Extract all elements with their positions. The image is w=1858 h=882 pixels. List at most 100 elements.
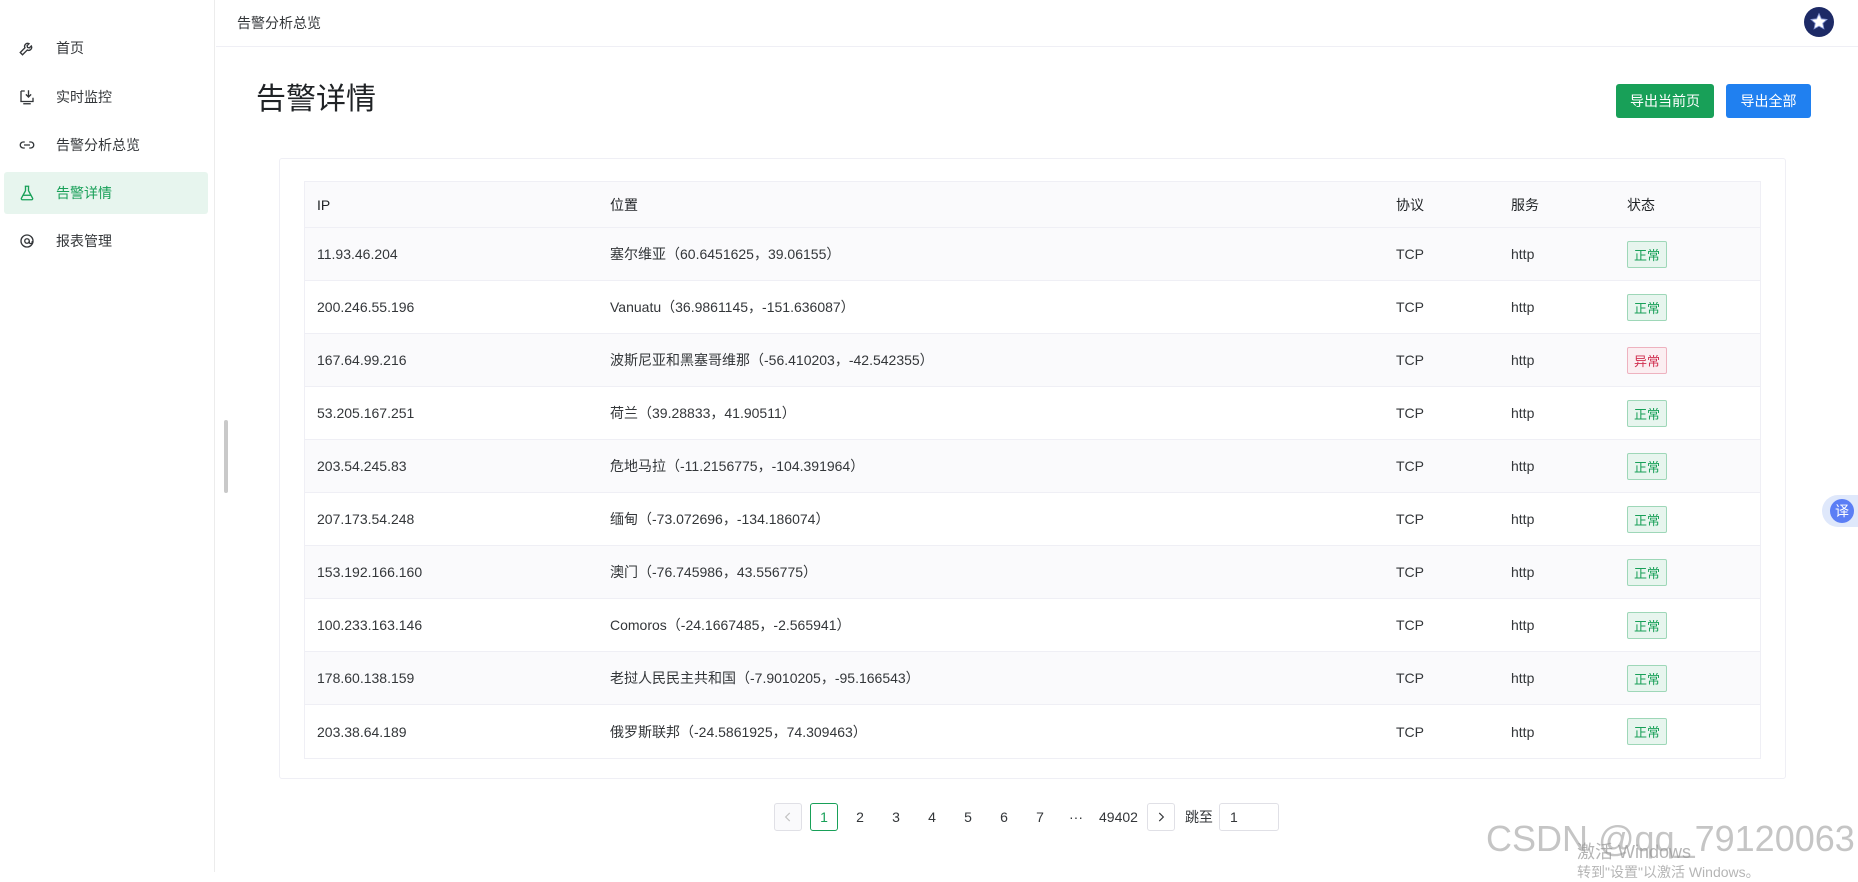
- status-cell: 正常: [1615, 718, 1760, 745]
- column-header-status: 状态: [1627, 196, 1655, 213]
- sidebar-item-alert-detail[interactable]: 告警详情: [4, 172, 208, 214]
- location-cell: 澳门（-76.745986，43.556775）: [610, 564, 818, 580]
- status-cell: 正常: [1615, 558, 1760, 586]
- star-icon: [1810, 12, 1828, 30]
- table-row: 178.60.138.159 老挝人民民主共和国（-7.9010205，-95.1…: [305, 652, 1760, 705]
- protocol-cell: TCP: [1396, 246, 1424, 262]
- jump-to-page-input[interactable]: [1218, 803, 1279, 831]
- status-badge: 正常: [1627, 505, 1668, 533]
- status-badge: 正常: [1627, 718, 1668, 745]
- sidebar-item-label: 首页: [56, 40, 84, 56]
- prev-page-button[interactable]: [774, 803, 802, 831]
- page-number-button[interactable]: 49402: [1098, 803, 1139, 831]
- status-cell: 正常: [1615, 452, 1760, 480]
- page-number-button[interactable]: 3: [882, 803, 910, 831]
- export-all-button[interactable]: 导出全部: [1726, 84, 1811, 118]
- export-current-page-button[interactable]: 导出当前页: [1616, 84, 1714, 118]
- flask-icon: [16, 182, 38, 204]
- column-header-protocol: 协议: [1396, 196, 1424, 213]
- ip-cell: 53.205.167.251: [317, 405, 415, 421]
- status-cell: 正常: [1615, 293, 1760, 321]
- windows-activation-title: 激活 Windows: [1577, 842, 1692, 862]
- sidebar-item-label: 报表管理: [56, 233, 112, 249]
- location-cell: Comoros（-24.1667485，-2.565941）: [610, 617, 851, 633]
- page-number-button[interactable]: 1: [810, 803, 838, 831]
- location-cell: 荷兰（39.28833，41.90511）: [610, 405, 796, 421]
- status-badge: 正常: [1627, 293, 1668, 321]
- sidebar-item-label: 实时监控: [56, 89, 112, 105]
- table-body: 11.93.46.204 塞尔维亚（60.6451625，39.06155） TCP…: [305, 228, 1760, 758]
- location-cell: 俄罗斯联邦（-24.5861925，74.309463）: [610, 723, 867, 740]
- service-cell: http: [1511, 405, 1535, 421]
- page-number-list: 1 2 3 4 5 6 7 ··· 49402: [810, 803, 1147, 831]
- table-row: 200.246.55.196 Vanuatu（36.9861145，-151.63…: [305, 281, 1760, 334]
- table-row: 100.233.163.146 Comoros（-24.1667485，-2.56…: [305, 599, 1760, 652]
- page-number-button[interactable]: 5: [954, 803, 982, 831]
- location-cell: 缅甸（-73.072696，-134.186074）: [610, 511, 830, 527]
- sidebar-scrollbar[interactable]: [224, 420, 228, 493]
- column-header-service: 服务: [1511, 196, 1539, 213]
- sidebar-item-home[interactable]: 首页: [4, 27, 208, 69]
- chevron-left-icon: [784, 812, 791, 822]
- ip-cell: 203.54.245.83: [317, 458, 407, 474]
- sidebar-item-alert-overview[interactable]: 告警分析总览: [4, 124, 208, 166]
- service-cell: http: [1511, 246, 1535, 262]
- table-row: 203.54.245.83 危地马拉（-11.2156775，-104.39196…: [305, 440, 1760, 493]
- location-cell: 老挝人民民主共和国（-7.9010205，-95.166543）: [610, 670, 920, 686]
- table-row: 11.93.46.204 塞尔维亚（60.6451625，39.06155） TCP…: [305, 228, 1760, 281]
- next-page-button[interactable]: [1146, 803, 1175, 831]
- ip-cell: 153.192.166.160: [317, 564, 423, 580]
- breadcrumb[interactable]: 告警分析总览: [237, 13, 321, 33]
- column-header-ip: IP: [317, 196, 331, 213]
- protocol-cell: TCP: [1396, 352, 1424, 368]
- top-header: 告警分析总览: [216, 0, 1858, 47]
- status-badge: 正常: [1627, 664, 1668, 692]
- status-cell: 正常: [1615, 505, 1760, 533]
- ip-cell: 167.64.99.216: [317, 352, 407, 368]
- ip-cell: 100.233.163.146: [317, 617, 423, 633]
- avatar[interactable]: [1804, 7, 1834, 37]
- page-number-button[interactable]: 7: [1026, 803, 1054, 831]
- status-badge: 正常: [1627, 611, 1668, 639]
- sidebar-item-label: 告警分析总览: [56, 137, 140, 153]
- ip-cell: 207.173.54.248: [317, 511, 415, 527]
- page-number-button[interactable]: 4: [918, 803, 946, 831]
- download-monitor-icon: [16, 86, 38, 108]
- table-row: 153.192.166.160 澳门（-76.745986，43.556775） T…: [305, 546, 1760, 599]
- sidebar-item-label: 告警详情: [56, 185, 112, 201]
- protocol-cell: TCP: [1396, 458, 1424, 474]
- status-badge: 正常: [1627, 558, 1668, 586]
- protocol-cell: TCP: [1396, 405, 1424, 421]
- status-cell: 正常: [1615, 399, 1760, 427]
- table-row: 167.64.99.216 波斯尼亚和黑塞哥维那（-56.410203，-42.5…: [305, 334, 1760, 387]
- sidebar-item-report-management[interactable]: 报表管理: [4, 220, 208, 262]
- page-number-button[interactable]: 2: [846, 803, 874, 831]
- status-badge: 正常: [1627, 240, 1668, 268]
- service-cell: http: [1511, 670, 1535, 686]
- page-ellipsis[interactable]: ···: [1062, 803, 1090, 831]
- ip-cell: 203.38.64.189: [317, 723, 407, 740]
- translate-button[interactable]: 译: [1822, 495, 1858, 527]
- protocol-cell: TCP: [1396, 299, 1424, 315]
- translate-icon: 译: [1830, 499, 1854, 523]
- sidebar-item-realtime-monitor[interactable]: 实时监控: [4, 76, 208, 118]
- status-cell: 异常: [1615, 346, 1760, 374]
- link-icon: [16, 134, 38, 156]
- location-cell: 塞尔维亚（60.6451625，39.06155）: [610, 246, 841, 262]
- protocol-cell: TCP: [1396, 617, 1424, 633]
- wrench-icon: [16, 37, 38, 59]
- chevron-right-icon: [1158, 812, 1165, 822]
- service-cell: http: [1511, 511, 1535, 527]
- table-header-row: IP 位置 协议 服务 状态: [305, 182, 1760, 228]
- page-title: 告警详情: [256, 83, 376, 116]
- protocol-cell: TCP: [1396, 723, 1424, 740]
- protocol-cell: TCP: [1396, 511, 1424, 527]
- ip-cell: 200.246.55.196: [317, 299, 415, 315]
- table-row: 203.38.64.189 俄罗斯联邦（-24.5861925，74.309463…: [305, 705, 1760, 758]
- status-badge: 异常: [1627, 346, 1668, 374]
- page-number-button[interactable]: 6: [990, 803, 1018, 831]
- protocol-cell: TCP: [1396, 670, 1424, 686]
- column-header-location: 位置: [610, 196, 638, 213]
- location-cell: Vanuatu（36.9861145，-151.636087）: [610, 299, 855, 315]
- status-cell: 正常: [1615, 611, 1760, 639]
